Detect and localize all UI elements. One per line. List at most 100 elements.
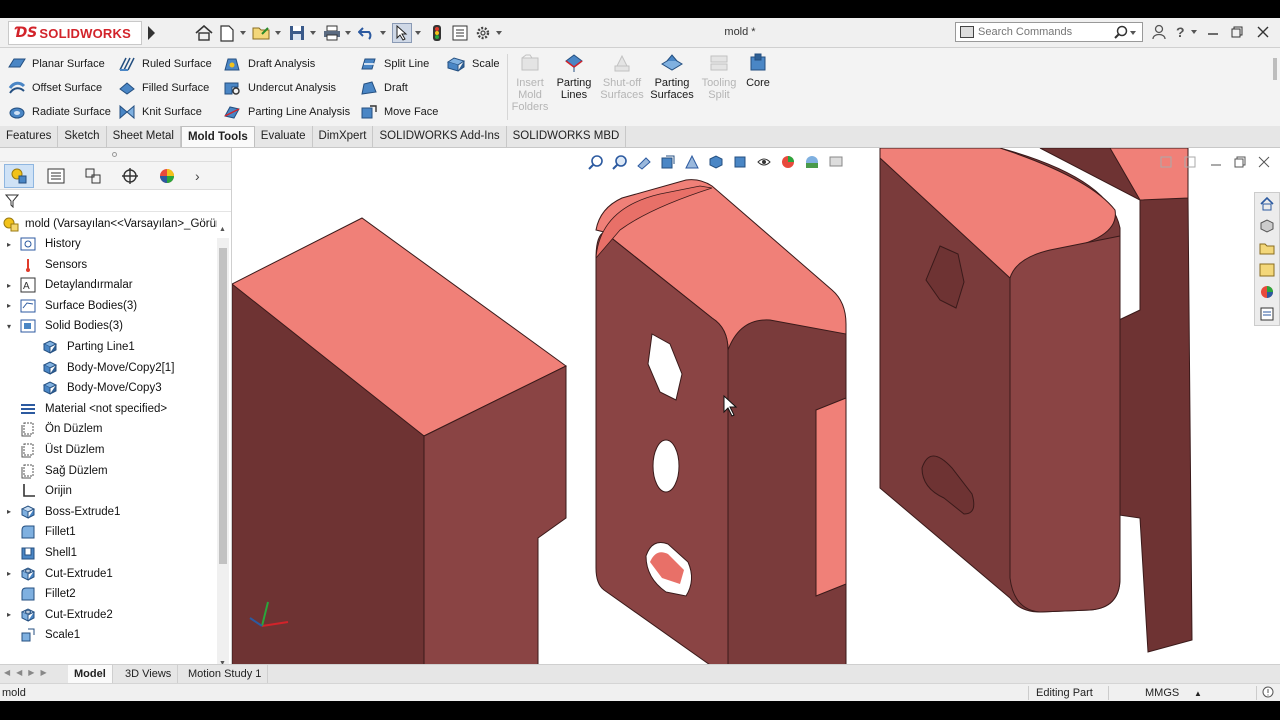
tree-node-sensors[interactable]: Sensors <box>4 255 87 275</box>
model-render[interactable] <box>232 148 1280 672</box>
solidworks-logo[interactable]: ƊS SOLIDWORKS <box>8 21 142 45</box>
home-icon[interactable] <box>194 23 214 43</box>
expand-arrow-icon[interactable]: ▸ <box>4 507 14 516</box>
tab-evaluate[interactable]: Evaluate <box>255 126 313 147</box>
tab-features[interactable]: Features <box>0 126 59 147</box>
tab-3d-views[interactable]: 3D Views <box>119 665 179 683</box>
property-manager-tab-icon[interactable] <box>41 164 71 188</box>
filter-icon[interactable] <box>5 194 19 208</box>
display-manager-tab-icon[interactable] <box>152 164 182 188</box>
parting-surfaces-button[interactable]: Parting Surfaces <box>649 52 695 101</box>
hide-show-items-icon[interactable] <box>756 154 772 173</box>
units-dropdown-icon[interactable]: ▲ <box>1194 689 1202 698</box>
select-cursor-icon[interactable] <box>392 23 412 43</box>
tree-node-solid-bodies-3[interactable]: ▾ Solid Bodies(3) <box>4 316 123 336</box>
tab-motion-study-1[interactable]: Motion Study 1 <box>182 665 269 683</box>
graphics-area[interactable] <box>232 148 1280 672</box>
tab-sheet-metal[interactable]: Sheet Metal <box>107 126 181 147</box>
tree-node-boss-extrude1[interactable]: ▸ Boss-Extrude1 <box>4 502 120 522</box>
open-folder-icon[interactable] <box>252 23 272 43</box>
previous-view-icon[interactable] <box>636 154 652 173</box>
file-properties-icon[interactable] <box>450 23 470 43</box>
zoom-to-fit-icon[interactable] <box>588 154 604 173</box>
unit-system-selector[interactable]: MMGS <box>1145 687 1179 699</box>
expand-arrow-icon[interactable]: ▸ <box>4 281 14 290</box>
tree-node-cut-extrude2[interactable]: ▸ Cut-Extrude2 <box>4 605 113 625</box>
restore-icon[interactable] <box>1231 26 1243 38</box>
options-gear-icon[interactable] <box>473 23 493 43</box>
tree-root-part[interactable]: mold (Varsayılan<<Varsayılan>_Görün <box>2 214 217 234</box>
dimxpert-manager-tab-icon[interactable] <box>115 164 145 188</box>
tree-node-fillet1[interactable]: Fillet1 <box>4 522 76 542</box>
tile-icon[interactable] <box>1160 156 1172 168</box>
middle-mold-shell[interactable] <box>595 179 847 672</box>
scroll-thumb[interactable] <box>219 248 227 564</box>
close-icon[interactable] <box>1257 26 1269 38</box>
user-icon[interactable] <box>1152 24 1166 40</box>
dynamic-annotation-icon[interactable] <box>684 154 700 173</box>
undo-icon[interactable] <box>357 23 377 43</box>
tree-node-cut-extrude1[interactable]: ▸ Cut-Extrude1 <box>4 564 113 584</box>
tree-node-history[interactable]: ▸ History <box>4 234 81 254</box>
minimize-icon[interactable] <box>1207 26 1219 38</box>
apply-scene-icon[interactable] <box>804 154 820 173</box>
chevron-down-icon[interactable] <box>345 31 351 35</box>
left-mold-block[interactable] <box>232 217 567 672</box>
core-button[interactable]: Core <box>743 52 773 89</box>
ribbon-scroll-handle[interactable] <box>1273 58 1277 80</box>
offset-surface-button[interactable]: Offset Surface <box>8 76 111 100</box>
chevron-down-icon[interactable] <box>275 31 281 35</box>
insert-mold-folders-button[interactable]: Insert Mold Folders <box>511 52 549 113</box>
right-mold-block[interactable] <box>879 148 1193 653</box>
tree-node-shell1[interactable]: Shell1 <box>4 543 77 563</box>
tree-node-sa-d-zlem[interactable]: Sağ Düzlem <box>4 461 108 481</box>
file-explorer-icon[interactable] <box>1255 237 1279 259</box>
search-dropdown-icon[interactable] <box>1130 31 1136 35</box>
chevron-right-icon[interactable]: › <box>195 168 200 184</box>
draft-analysis-button[interactable]: Draft Analysis <box>222 52 350 76</box>
tree-node-detayland-rmalar[interactable]: ▸ A Detaylandırmalar <box>4 275 133 295</box>
viewport-restore-icon[interactable] <box>1234 156 1246 168</box>
chevron-down-icon[interactable] <box>496 31 502 35</box>
tab-model[interactable]: Model <box>68 665 113 683</box>
quick-tips-icon[interactable] <box>1262 686 1274 701</box>
tree-node-parting-line1[interactable]: Parting Line1 <box>26 337 135 357</box>
custom-properties-icon[interactable] <box>1255 303 1279 325</box>
chevron-down-icon[interactable] <box>240 31 246 35</box>
solidworks-resources-icon[interactable] <box>1255 193 1279 215</box>
filled-surface-button[interactable]: Filled Surface <box>118 76 212 100</box>
rebuild-icon[interactable] <box>427 23 447 43</box>
expand-arrow-icon[interactable]: ▸ <box>4 610 14 619</box>
chevron-down-icon[interactable] <box>310 31 316 35</box>
design-library-icon[interactable] <box>1255 215 1279 237</box>
draft-button[interactable]: Draft <box>360 76 438 100</box>
expand-icon[interactable] <box>1184 156 1196 168</box>
view-palette-icon[interactable] <box>1255 259 1279 281</box>
tree-node-orijin[interactable]: Orijin <box>4 481 72 501</box>
print-icon[interactable] <box>322 23 342 43</box>
expand-arrow-icon[interactable]: ▸ <box>4 569 14 578</box>
parting-line-analysis-button[interactable]: Parting Line Analysis <box>222 100 350 124</box>
edit-appearance-icon[interactable] <box>780 154 796 173</box>
radiate-surface-button[interactable]: Radiate Surface <box>8 100 111 124</box>
tab-solidworks-mbd[interactable]: SOLIDWORKS MBD <box>507 126 627 147</box>
shut-off-surfaces-button[interactable]: Shut-off Surfaces <box>600 52 644 101</box>
panel-splitter[interactable] <box>0 148 231 162</box>
ruled-surface-button[interactable]: Ruled Surface <box>118 52 212 76</box>
configuration-manager-tab-icon[interactable] <box>78 164 108 188</box>
chevron-down-icon[interactable] <box>415 31 421 35</box>
tree-node-body-move-copy2-1[interactable]: Body-Move/Copy2[1] <box>26 358 174 378</box>
tab-navigation-arrows-icon[interactable]: ◀◀▶▶ <box>4 668 53 677</box>
tab-sketch[interactable]: Sketch <box>58 126 107 147</box>
help-icon[interactable]: ? <box>1176 24 1185 40</box>
appearances-icon[interactable] <box>1255 281 1279 303</box>
feature-manager-tab-icon[interactable] <box>4 163 34 188</box>
expand-arrow-icon[interactable]: ▸ <box>4 240 14 249</box>
search-commands-box[interactable] <box>955 22 1143 42</box>
viewport-minimize-icon[interactable] <box>1210 156 1222 168</box>
viewport-close-icon[interactable] <box>1258 156 1270 168</box>
split-line-button[interactable]: Split Line <box>360 52 438 76</box>
tree-node-fillet2[interactable]: Fillet2 <box>4 584 76 604</box>
tab-dimxpert[interactable]: DimXpert <box>313 126 374 147</box>
tree-node-scale1[interactable]: Scale1 <box>4 625 80 645</box>
